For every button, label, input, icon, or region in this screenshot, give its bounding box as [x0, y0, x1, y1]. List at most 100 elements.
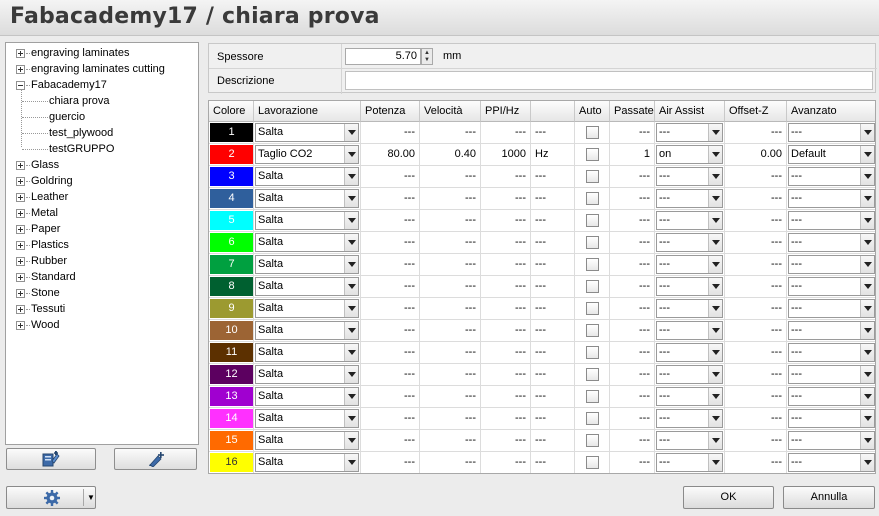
ppi-cell[interactable]: --- — [481, 188, 531, 209]
speed-cell[interactable]: --- — [420, 386, 481, 407]
passes-cell[interactable]: --- — [610, 210, 655, 231]
chevron-down-icon[interactable] — [708, 300, 722, 317]
edit-material-button[interactable] — [6, 448, 96, 470]
power-cell[interactable]: --- — [361, 408, 420, 429]
settings-button[interactable]: ▼ — [6, 486, 96, 509]
process-select[interactable]: Taglio CO2 — [255, 145, 359, 164]
cancel-button[interactable]: Annulla — [783, 486, 875, 509]
process-select[interactable]: Salta — [255, 255, 359, 274]
air-assist-select[interactable]: --- — [656, 365, 723, 384]
advanced-select[interactable]: --- — [788, 189, 875, 208]
air-assist-select[interactable]: --- — [656, 211, 723, 230]
expand-icon[interactable] — [16, 225, 25, 234]
process-select[interactable]: Salta — [255, 343, 359, 362]
expand-icon[interactable] — [16, 49, 25, 58]
ppi-cell[interactable]: --- — [481, 320, 531, 341]
advanced-select[interactable]: --- — [788, 299, 875, 318]
advanced-select[interactable]: --- — [788, 409, 875, 428]
offset-cell[interactable]: --- — [725, 254, 787, 275]
chevron-down-icon[interactable] — [860, 366, 874, 383]
auto-checkbox[interactable] — [586, 236, 599, 249]
power-cell[interactable]: --- — [361, 210, 420, 231]
chevron-down-icon[interactable] — [860, 278, 874, 295]
advanced-select[interactable]: Default — [788, 145, 875, 164]
chevron-down-icon[interactable] — [344, 190, 358, 207]
ok-button[interactable]: OK — [683, 486, 774, 509]
passes-cell[interactable]: --- — [610, 188, 655, 209]
passes-cell[interactable]: --- — [610, 408, 655, 429]
unit-cell[interactable]: --- — [531, 166, 575, 187]
tree-item[interactable]: engraving laminates cutting — [6, 61, 198, 77]
chevron-down-icon[interactable] — [344, 300, 358, 317]
offset-cell[interactable]: --- — [725, 386, 787, 407]
passes-cell[interactable]: --- — [610, 320, 655, 341]
process-select[interactable]: Salta — [255, 409, 359, 428]
speed-cell[interactable]: --- — [420, 342, 481, 363]
ppi-cell[interactable]: --- — [481, 408, 531, 429]
speed-cell[interactable]: --- — [420, 364, 481, 385]
process-select[interactable]: Salta — [255, 233, 359, 252]
passes-cell[interactable]: --- — [610, 386, 655, 407]
spin-up-icon[interactable]: ▲ — [424, 50, 430, 57]
power-cell[interactable]: --- — [361, 298, 420, 319]
advanced-select[interactable]: --- — [788, 123, 875, 142]
expand-icon[interactable] — [16, 289, 25, 298]
offset-cell[interactable]: --- — [725, 408, 787, 429]
offset-cell[interactable]: --- — [725, 166, 787, 187]
power-cell[interactable]: --- — [361, 430, 420, 451]
unit-cell[interactable]: --- — [531, 188, 575, 209]
add-material-button[interactable] — [114, 448, 197, 470]
advanced-select[interactable]: --- — [788, 387, 875, 406]
chevron-down-icon[interactable] — [860, 256, 874, 273]
passes-cell[interactable]: --- — [610, 232, 655, 253]
power-cell[interactable]: --- — [361, 254, 420, 275]
expand-icon[interactable] — [16, 209, 25, 218]
chevron-down-icon[interactable] — [708, 168, 722, 185]
passes-cell[interactable]: --- — [610, 122, 655, 143]
unit-cell[interactable]: Hz — [531, 144, 575, 165]
expand-icon[interactable] — [16, 321, 25, 330]
chevron-down-icon[interactable] — [344, 322, 358, 339]
passes-cell[interactable]: --- — [610, 364, 655, 385]
unit-cell[interactable]: --- — [531, 232, 575, 253]
chevron-down-icon[interactable] — [860, 146, 874, 163]
expand-icon[interactable] — [16, 241, 25, 250]
chevron-down-icon[interactable] — [708, 234, 722, 251]
expand-icon[interactable] — [16, 65, 25, 74]
offset-cell[interactable]: --- — [725, 452, 787, 473]
chevron-down-icon[interactable] — [344, 454, 358, 471]
auto-checkbox[interactable] — [586, 368, 599, 381]
unit-cell[interactable]: --- — [531, 122, 575, 143]
air-assist-select[interactable]: --- — [656, 167, 723, 186]
chevron-down-icon[interactable] — [708, 256, 722, 273]
chevron-down-icon[interactable] — [860, 454, 874, 471]
ppi-cell[interactable]: --- — [481, 298, 531, 319]
chevron-down-icon[interactable] — [860, 212, 874, 229]
power-cell[interactable]: --- — [361, 452, 420, 473]
chevron-down-icon[interactable] — [344, 388, 358, 405]
auto-checkbox[interactable] — [586, 258, 599, 271]
advanced-select[interactable]: --- — [788, 453, 875, 472]
tree-item[interactable]: Glass — [6, 157, 198, 173]
speed-cell[interactable]: --- — [420, 210, 481, 231]
auto-checkbox[interactable] — [586, 456, 599, 469]
chevron-down-icon[interactable] — [708, 454, 722, 471]
unit-cell[interactable]: --- — [531, 364, 575, 385]
power-cell[interactable]: --- — [361, 276, 420, 297]
air-assist-select[interactable]: --- — [656, 255, 723, 274]
process-select[interactable]: Salta — [255, 167, 359, 186]
speed-cell[interactable]: --- — [420, 122, 481, 143]
chevron-down-icon[interactable] — [344, 234, 358, 251]
expand-icon[interactable] — [16, 193, 25, 202]
speed-cell[interactable]: --- — [420, 276, 481, 297]
chevron-down-icon[interactable] — [860, 190, 874, 207]
chevron-down-icon[interactable] — [344, 432, 358, 449]
process-select[interactable]: Salta — [255, 277, 359, 296]
expand-icon[interactable] — [16, 305, 25, 314]
unit-cell[interactable]: --- — [531, 276, 575, 297]
advanced-select[interactable]: --- — [788, 343, 875, 362]
chevron-down-icon[interactable] — [344, 256, 358, 273]
chevron-down-icon[interactable] — [344, 344, 358, 361]
chevron-down-icon[interactable] — [708, 190, 722, 207]
chevron-down-icon[interactable] — [708, 322, 722, 339]
